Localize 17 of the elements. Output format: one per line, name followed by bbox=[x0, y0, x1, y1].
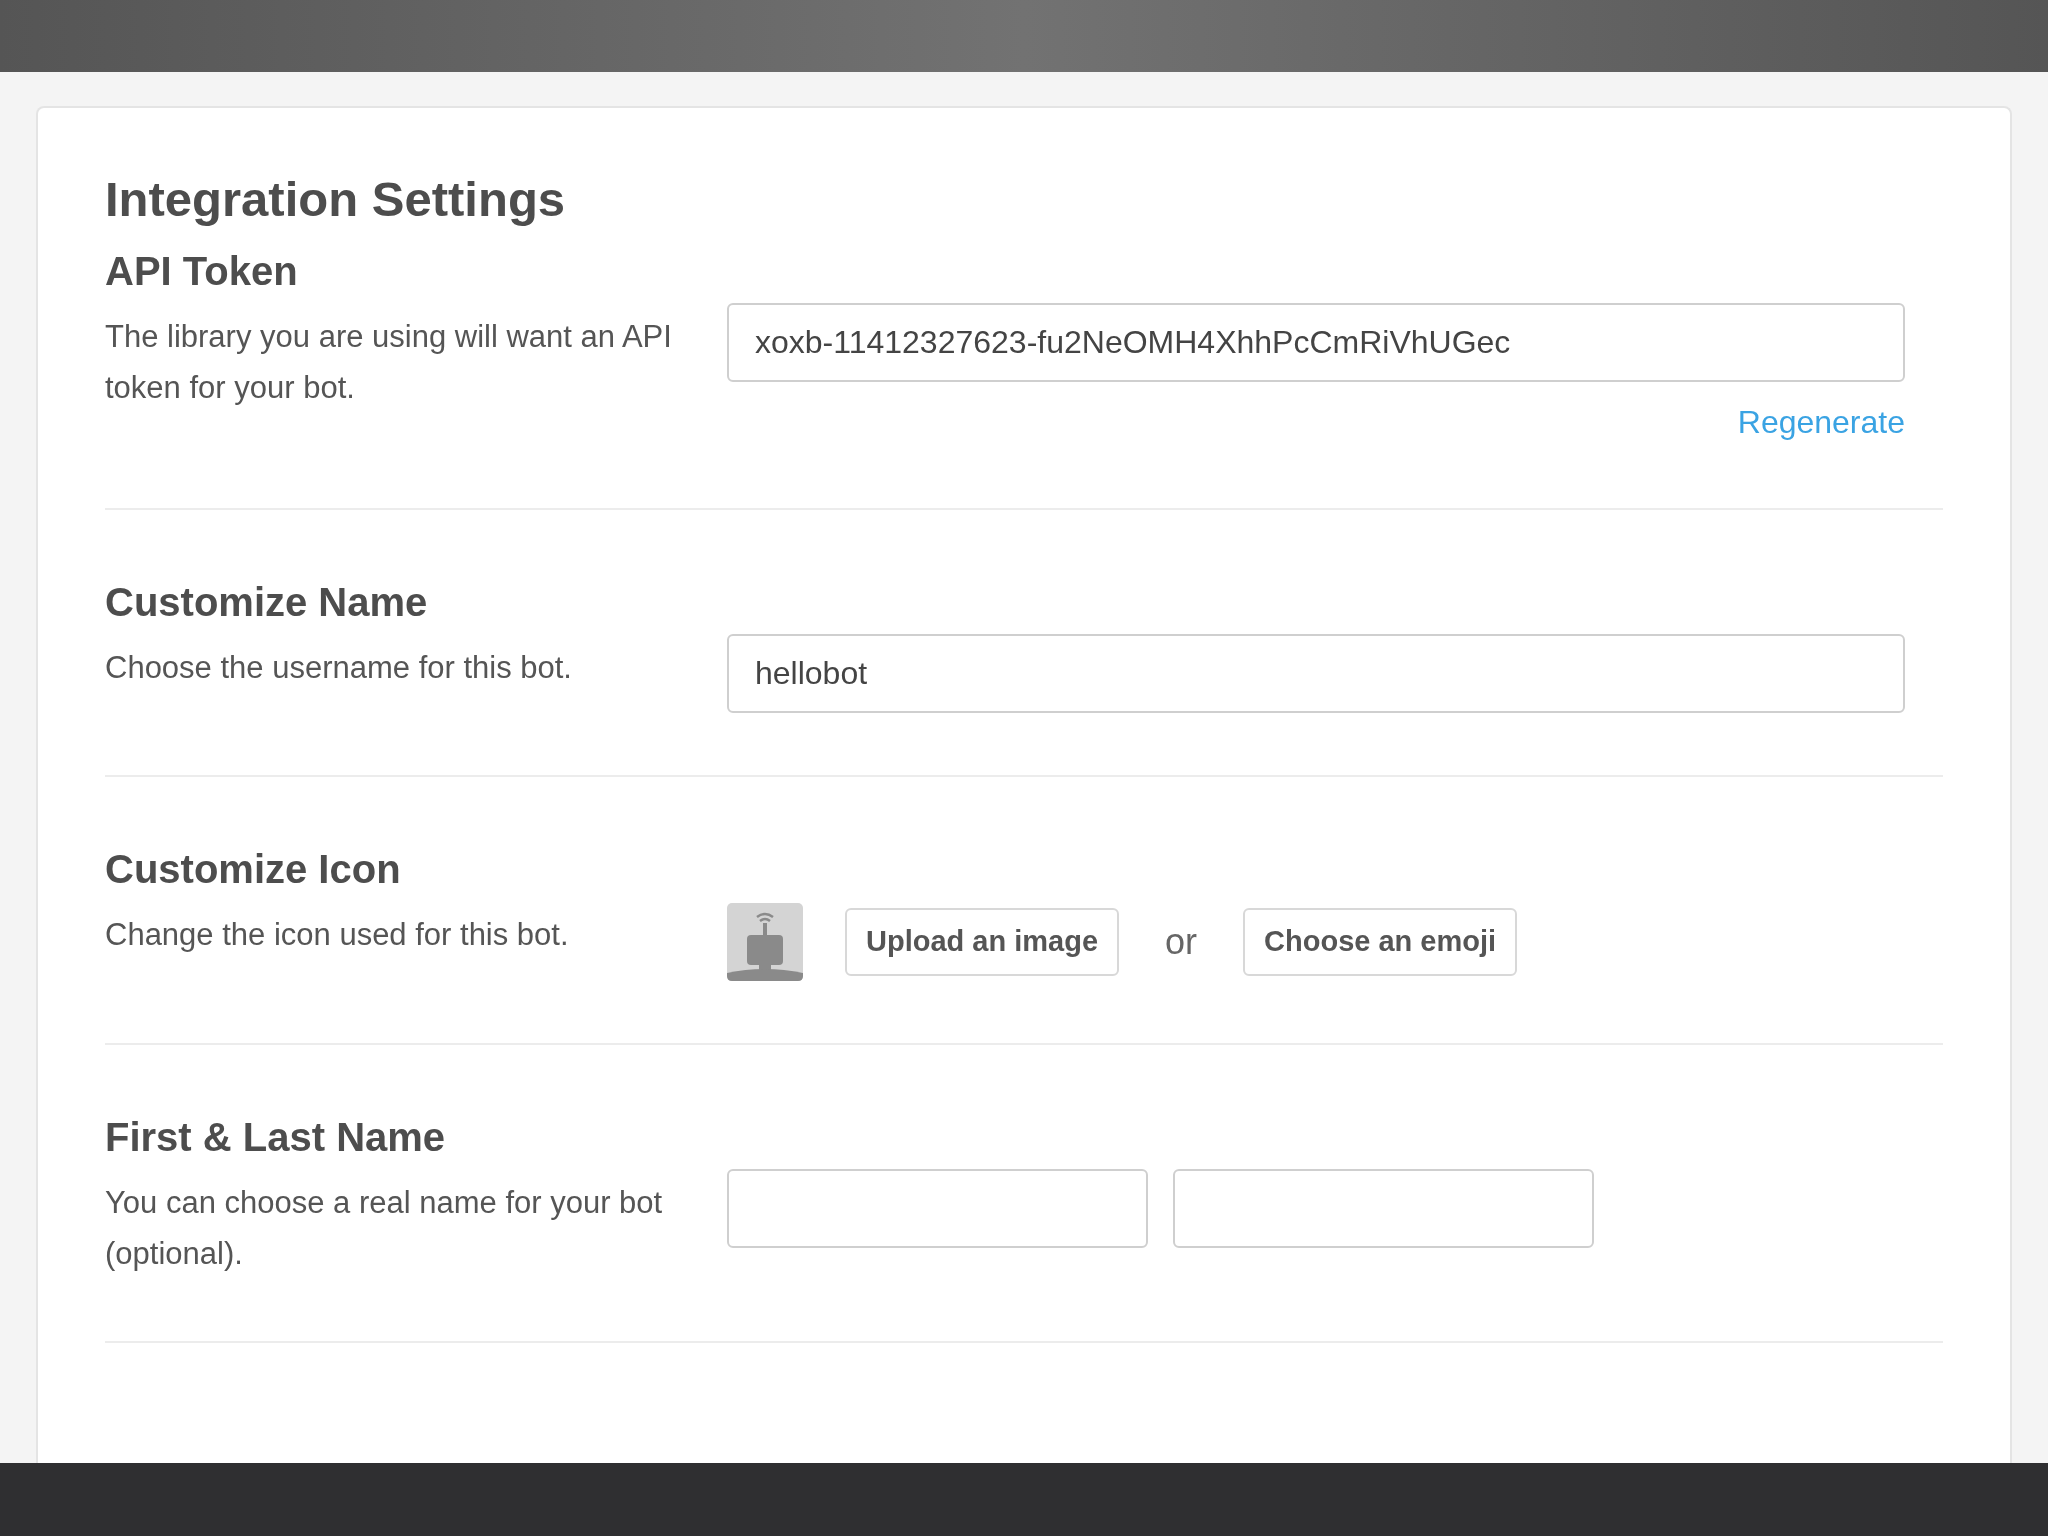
section-description: Choose the username for this bot. bbox=[105, 648, 573, 687]
page-title: Integration Settings bbox=[105, 171, 567, 228]
section-heading: Customize Icon bbox=[105, 845, 402, 893]
text-field[interactable]: hellobot bbox=[727, 633, 1905, 713]
section-description: You can choose a real name for your bot (optional). bbox=[105, 1183, 664, 1273]
section-heading: First & Last Name bbox=[105, 1113, 447, 1161]
upload-image-button[interactable]: Upload an image bbox=[845, 908, 1120, 976]
or-label: or bbox=[1165, 919, 1198, 964]
text-field[interactable] bbox=[727, 1168, 1148, 1248]
section-heading: Customize Name bbox=[105, 578, 429, 626]
section-heading: API Token bbox=[105, 247, 299, 295]
robot-icon bbox=[727, 902, 803, 981]
text-field[interactable]: xoxb-11412327623-fu2NeOMH4XhhPcCmRiVhUGec bbox=[727, 302, 1905, 382]
section-description: The library you are using will want an API token for your bot. bbox=[105, 317, 673, 407]
section-description: Change the icon used for this bot. bbox=[105, 915, 570, 954]
choose-emoji-button[interactable]: Choose an emoji bbox=[1243, 908, 1518, 976]
text-field[interactable] bbox=[1173, 1168, 1594, 1248]
